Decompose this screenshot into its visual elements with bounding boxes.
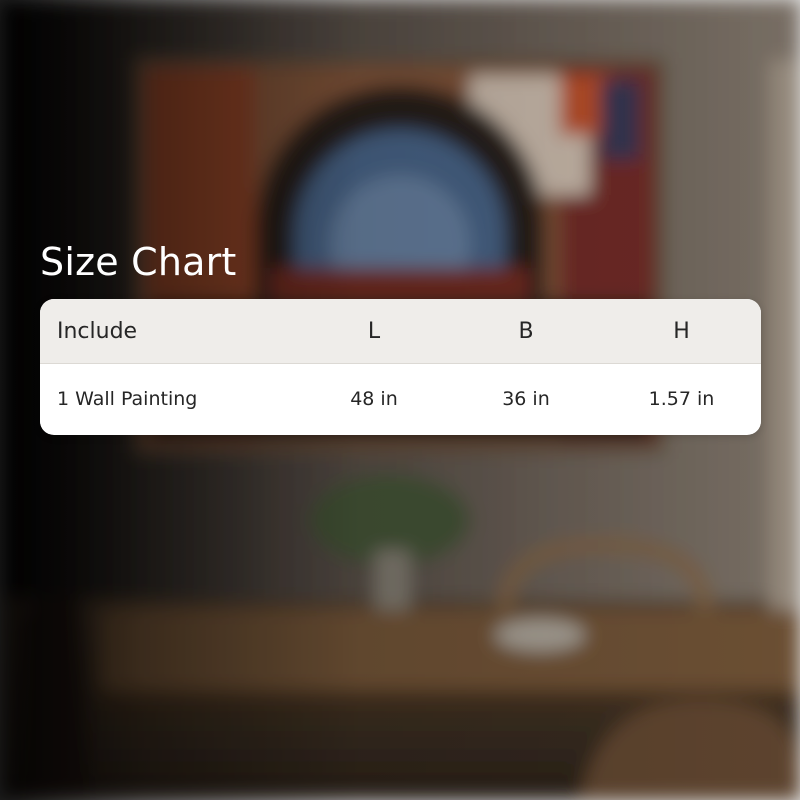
size-chart-title: Size Chart xyxy=(40,240,237,284)
column-header-height: H xyxy=(673,318,690,344)
table-header-row: Include L B H xyxy=(40,299,761,364)
cell-height: 1.57 in xyxy=(648,388,715,410)
size-chart-table: Include L B H 1 Wall Painting 48 in 36 i… xyxy=(40,299,761,435)
table-row: 1 Wall Painting 48 in 36 in 1.57 in xyxy=(40,364,761,434)
column-header-include: Include xyxy=(57,318,138,344)
cell-length: 48 in xyxy=(350,388,398,410)
cell-breadth: 36 in xyxy=(502,388,550,410)
column-header-length: L xyxy=(367,318,381,344)
column-header-breadth: B xyxy=(518,318,534,344)
cell-include: 1 Wall Painting xyxy=(57,388,198,410)
